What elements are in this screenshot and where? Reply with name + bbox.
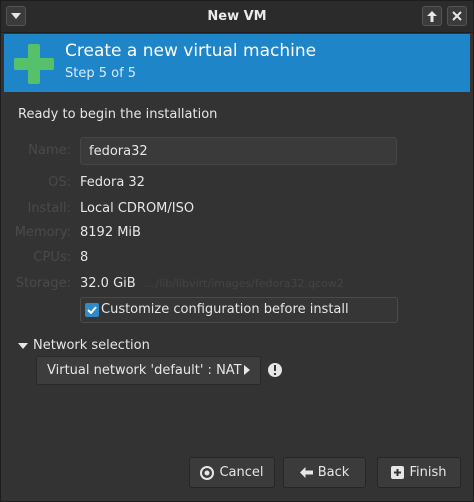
name-field[interactable] (80, 137, 397, 165)
title-bar: New VM (1, 1, 473, 33)
wizard-step: Step 5 of 5 (65, 66, 137, 81)
install-value: Local CDROM/ISO (80, 201, 195, 216)
finish-icon (391, 466, 405, 479)
finish-button[interactable]: Finish (377, 457, 461, 488)
new-vm-window: New VM Create a new virtual machine Step… (0, 0, 474, 502)
storage-path: .../lib/libvirt/images/fedora32.qcow2 (145, 277, 344, 290)
plus-icon (14, 44, 54, 84)
chevron-right-icon (244, 365, 250, 375)
network-dropdown-value: Virtual network 'default' : NAT (47, 363, 242, 378)
memory-label: Memory: (14, 225, 71, 240)
arrow-up-icon (427, 10, 437, 22)
cancel-button[interactable]: Cancel (189, 457, 275, 488)
back-label: Back (317, 465, 350, 480)
checkbox-checked-icon[interactable] (85, 303, 99, 317)
os-value: Fedora 32 (80, 175, 145, 190)
cancel-label: Cancel (219, 465, 264, 480)
wizard-title: Create a new virtual machine (65, 41, 317, 61)
storage-value: 32.0 GiB (80, 276, 136, 291)
network-dropdown[interactable]: Virtual network 'default' : NAT (36, 356, 261, 385)
os-label: OS: (48, 175, 71, 190)
cancel-icon (200, 465, 215, 480)
name-label: Name: (28, 143, 71, 158)
close-icon (452, 11, 462, 21)
window-title: New VM (207, 9, 267, 24)
customize-label: Customize configuration before install (101, 302, 349, 317)
expander-down-icon (18, 342, 28, 349)
back-button[interactable]: Back (283, 457, 366, 488)
network-selection-expander[interactable]: Network selection (18, 338, 150, 353)
wizard-header: Create a new virtual machine Step 5 of 5 (4, 34, 470, 92)
customize-checkbox[interactable]: Customize configuration before install (80, 297, 398, 323)
maximize-button[interactable] (422, 6, 442, 26)
storage-label: Storage: (15, 276, 71, 291)
cpus-value: 8 (80, 250, 89, 265)
install-label: Install: (27, 201, 71, 216)
ready-heading: Ready to begin the installation (18, 107, 218, 122)
memory-value: 8192 MiB (80, 225, 141, 240)
arrow-left-icon (299, 467, 313, 478)
close-button[interactable] (447, 6, 467, 26)
network-selection-label: Network selection (33, 338, 150, 353)
cpus-label: CPUs: (33, 250, 71, 265)
warning-icon (268, 363, 282, 377)
finish-label: Finish (409, 465, 447, 480)
